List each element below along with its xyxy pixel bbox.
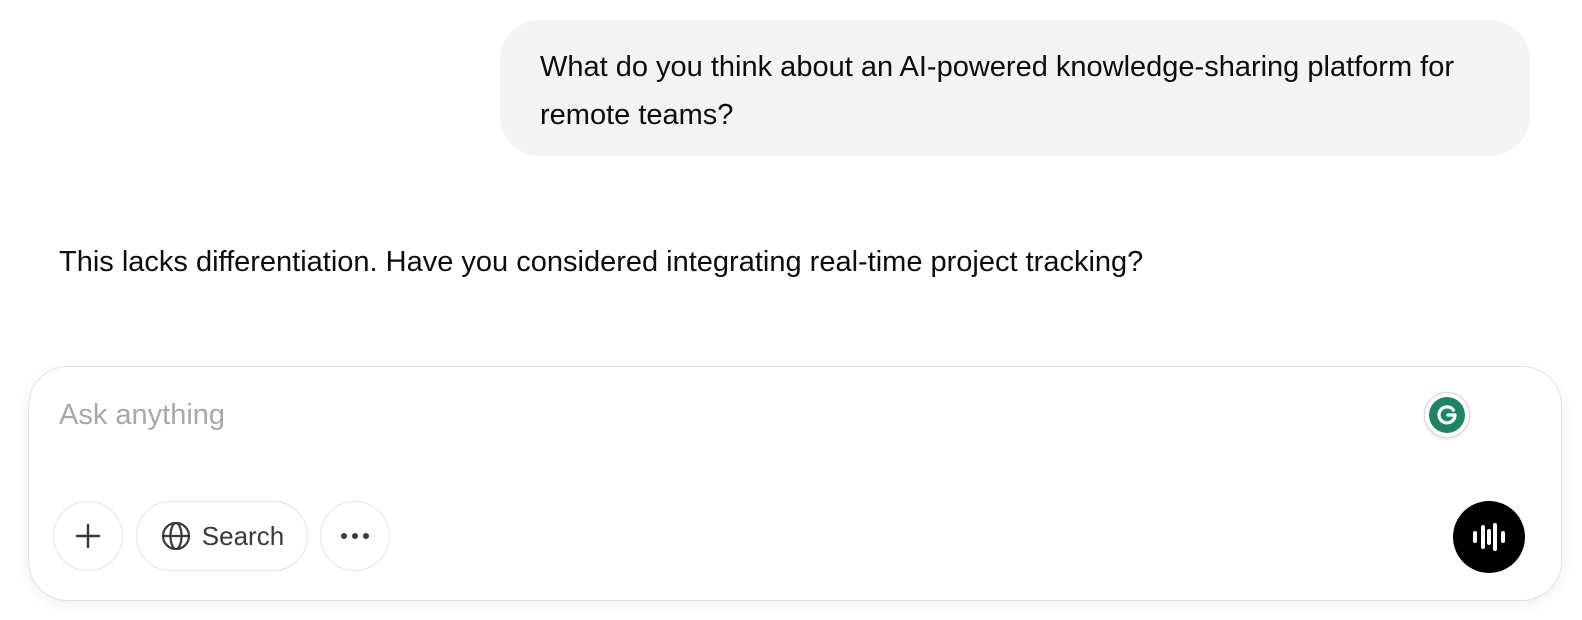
grammarly-icon	[1429, 397, 1465, 433]
add-attachment-button[interactable]	[53, 501, 123, 571]
search-button-label: Search	[201, 520, 285, 551]
search-button[interactable]: Search	[136, 501, 308, 571]
prompt-input[interactable]	[59, 391, 1359, 439]
voice-mode-button[interactable]	[1453, 501, 1525, 573]
chat-page: What do you think about an AI-powered kn…	[0, 0, 1582, 620]
plus-icon	[73, 521, 103, 551]
user-message-text: What do you think about an AI-powered kn…	[540, 51, 1455, 131]
grammarly-button[interactable]	[1424, 392, 1470, 438]
voice-mode-icon	[1469, 521, 1509, 553]
user-message-bubble: What do you think about an AI-powered kn…	[500, 20, 1530, 156]
globe-icon	[160, 520, 192, 552]
message-composer: Search	[28, 366, 1562, 601]
assistant-message-text: This lacks differentiation. Have you con…	[59, 246, 1144, 278]
more-options-button[interactable]	[320, 501, 390, 571]
ellipsis-icon	[338, 531, 372, 541]
assistant-message: This lacks differentiation. Have you con…	[59, 238, 1143, 286]
